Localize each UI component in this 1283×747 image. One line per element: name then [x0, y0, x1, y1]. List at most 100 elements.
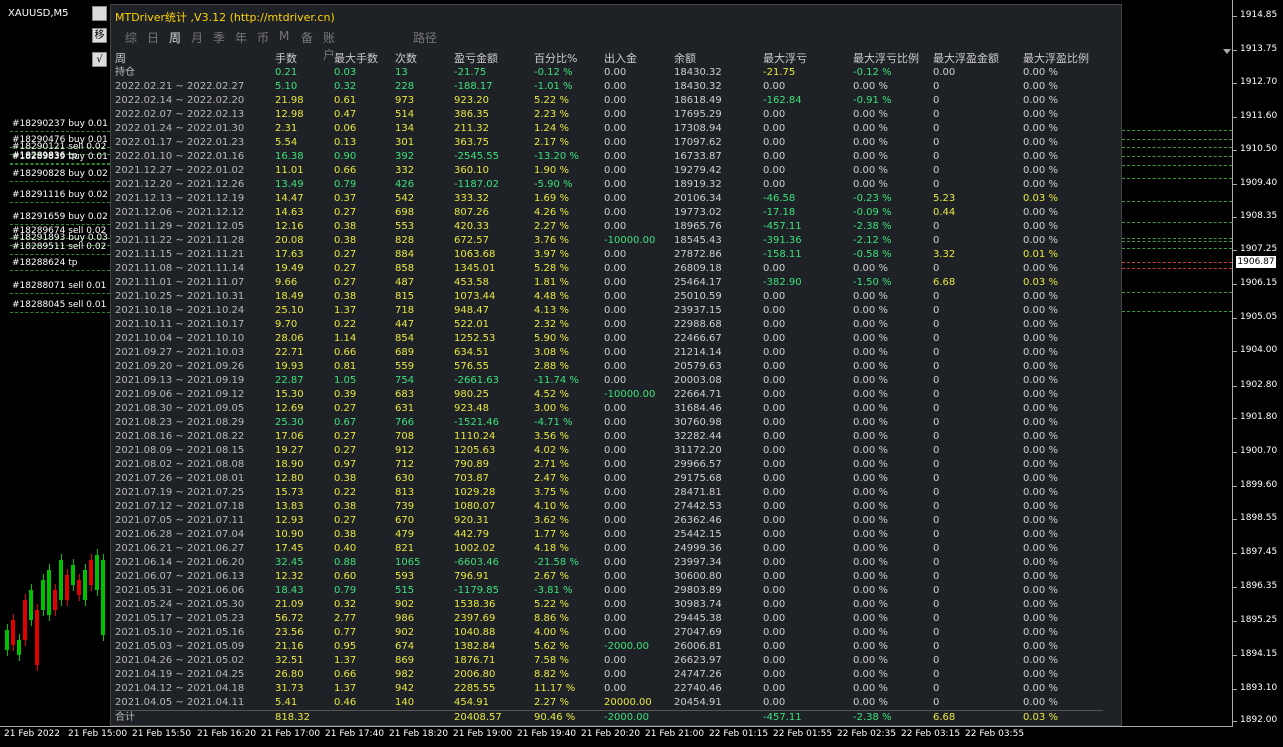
table-cell: 0.00 %: [853, 291, 888, 302]
table-cell: 2021.05.17 ~ 2021.05.23: [115, 613, 245, 624]
order-line[interactable]: [10, 131, 110, 132]
buy-order-line[interactable]: [1122, 311, 1232, 312]
price-tick: [1232, 689, 1237, 690]
table-cell: 0: [933, 683, 940, 694]
order-line[interactable]: [10, 270, 110, 271]
time-tick-label: 22 Feb 03:15: [901, 729, 961, 739]
table-cell: 0.00 %: [853, 81, 888, 92]
table-cell: 0.38: [334, 529, 357, 540]
order-line[interactable]: [10, 202, 110, 203]
table-cell: 2021.09.13 ~ 2021.09.19: [115, 375, 245, 386]
table-cell: 0.00: [763, 627, 786, 638]
order-line[interactable]: [10, 164, 110, 165]
table-cell: 0.61: [334, 95, 357, 106]
table-cell: 821: [395, 543, 415, 554]
candle: [59, 560, 63, 600]
table-cell: 0.22: [334, 319, 357, 330]
buy-order-line[interactable]: [1122, 238, 1232, 239]
table-cell: 0.00: [604, 683, 627, 694]
table-cell: 3.76 %: [534, 235, 569, 246]
table-cell: 2021.09.20 ~ 2021.09.26: [115, 361, 245, 372]
move-button[interactable]: 移: [92, 28, 107, 43]
buy-order-line[interactable]: [1122, 147, 1232, 148]
buy-order-line[interactable]: [1122, 156, 1232, 157]
order-label[interactable]: #18289511 sell 0.02: [12, 242, 106, 252]
table-cell: -188.17: [454, 81, 493, 92]
table-cell: 363.75: [454, 137, 489, 148]
candle: [17, 640, 21, 655]
table-cell: 1205.63: [454, 445, 496, 456]
price-tick: [1232, 721, 1237, 722]
table-row: 2021.12.13 ~ 2021.12.19 14.47 0.37 542 333.3…: [115, 192, 1103, 206]
order-line[interactable]: [10, 293, 110, 294]
table-cell: 0.00: [604, 305, 627, 316]
table-cell: 828: [395, 235, 415, 246]
table-cell: -3.81 %: [534, 585, 573, 596]
table-cell: 0: [933, 263, 940, 274]
table-cell: 0.81: [334, 361, 357, 372]
table-cell: 0.40: [334, 543, 357, 554]
table-cell: -0.09 %: [853, 207, 892, 218]
table-cell: 2.67 %: [534, 571, 569, 582]
table-cell: -17.18: [763, 207, 796, 218]
table-cell: 2021.08.09 ~ 2021.08.15: [115, 445, 245, 456]
table-cell: 0.00 %: [1023, 641, 1058, 652]
path-label[interactable]: 路径: [413, 29, 437, 46]
buy-order-line[interactable]: [1122, 165, 1232, 166]
order-label[interactable]: #18288624 tp: [12, 258, 77, 268]
table-cell: 0.00 %: [853, 585, 888, 596]
table-cell: 0.00: [763, 179, 786, 190]
table-cell: 0.03 %: [1023, 710, 1103, 725]
buy-order-line[interactable]: [1122, 292, 1232, 293]
table-cell: 18430.32: [674, 67, 722, 78]
table-cell: 6.68: [933, 277, 956, 288]
panel-minimize-toggle[interactable]: [92, 6, 107, 21]
table-cell: 0.00: [763, 291, 786, 302]
table-cell: 140: [395, 697, 415, 708]
table-cell: 0.00: [604, 515, 627, 526]
buy-order-line[interactable]: [1122, 201, 1232, 202]
table-cell: -21.58 %: [534, 557, 579, 568]
table-cell: 20579.63: [674, 361, 722, 372]
time-tick-label: 21 Feb 21:00: [645, 729, 705, 739]
buy-order-line[interactable]: [1122, 139, 1232, 140]
price-tick: [1232, 486, 1237, 487]
table-cell: 4.26 %: [534, 207, 569, 218]
order-line[interactable]: [10, 254, 110, 255]
buy-order-line[interactable]: [1122, 241, 1232, 242]
order-line[interactable]: [10, 181, 110, 182]
sell-order-line[interactable]: [1122, 262, 1232, 263]
order-label[interactable]: #18288071 sell 0.01: [12, 281, 106, 291]
order-line[interactable]: [10, 224, 110, 225]
table-cell: 0.00 %: [1023, 263, 1058, 274]
check-button[interactable]: √: [92, 52, 107, 67]
table-cell: -2000.00: [604, 710, 674, 725]
buy-order-line[interactable]: [1122, 130, 1232, 131]
order-label[interactable]: #18291116 buy 0.02: [12, 190, 108, 200]
order-label[interactable]: #18289839 buy 0.01: [12, 152, 108, 162]
order-label[interactable]: #18288045 sell 0.01: [12, 300, 106, 310]
candle: [53, 590, 57, 610]
order-label[interactable]: #18291659 buy 0.02: [12, 212, 108, 222]
order-line[interactable]: [10, 312, 110, 313]
table-cell: 19279.42: [674, 165, 722, 176]
table-cell: 1080.07: [454, 501, 496, 512]
sell-order-line[interactable]: [1122, 268, 1232, 269]
buy-order-line[interactable]: [1122, 222, 1232, 223]
candle: [101, 560, 105, 635]
price-tick-label: 1914.85: [1240, 10, 1278, 20]
table-cell: 2021.10.18 ~ 2021.10.24: [115, 305, 245, 316]
buy-order-line[interactable]: [1122, 178, 1232, 179]
buy-order-line[interactable]: [1122, 248, 1232, 249]
table-cell: 0.00 %: [1023, 697, 1058, 708]
table-cell: -158.11: [763, 249, 802, 260]
order-label[interactable]: #18290237 buy 0.01: [12, 119, 108, 129]
table-cell: 6.68: [933, 710, 1023, 725]
table-cell: 0.00: [763, 109, 786, 120]
table-cell: 0.00: [763, 305, 786, 316]
column-header: 次数: [395, 52, 417, 65]
table-cell: 16.38: [275, 151, 304, 162]
table-cell: 0.00: [763, 599, 786, 610]
order-label[interactable]: #18290828 buy 0.02: [12, 169, 108, 179]
scroll-down-icon[interactable]: [1223, 49, 1231, 54]
